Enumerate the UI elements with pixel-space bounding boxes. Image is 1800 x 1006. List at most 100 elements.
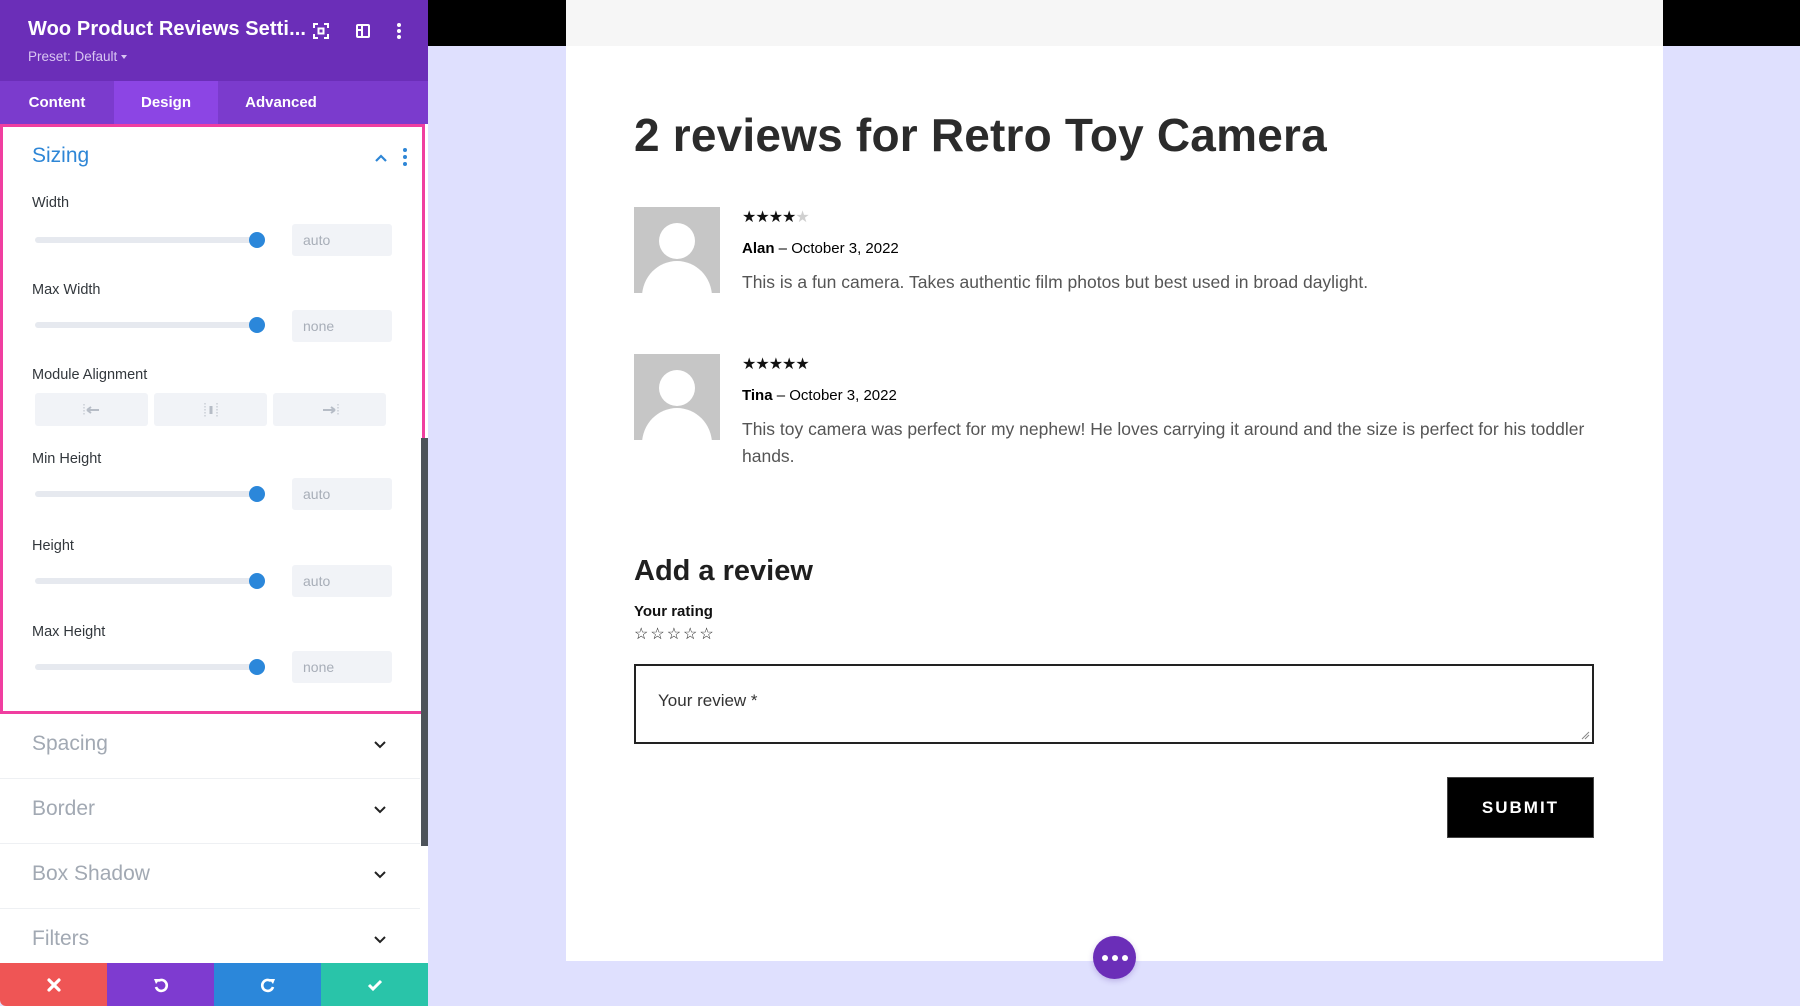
expand-icon[interactable] — [310, 20, 332, 42]
chevron-up-icon[interactable] — [374, 151, 388, 165]
chevron-down-icon — [374, 936, 386, 944]
star-filled-icon: ★ — [755, 209, 769, 226]
slider-handle[interactable] — [249, 659, 265, 675]
divi-builder-screen: Woo Product Reviews Setti... Preset: Def… — [0, 0, 1800, 1006]
slider-handle[interactable] — [249, 486, 265, 502]
review-meta: Tina – October 3, 2022 — [742, 387, 897, 404]
review-item: ★★★★★ Alan – October 3, 2022 This is a f… — [634, 207, 1594, 297]
module-alignment-label: Module Alignment — [32, 367, 148, 383]
panel-action-bar — [0, 963, 428, 1006]
rating-star-3[interactable]: ☆ — [667, 626, 683, 643]
box-shadow-section-title: Box Shadow — [32, 862, 150, 885]
star-rating: ★★★★★ — [742, 354, 810, 374]
height-input[interactable]: auto — [292, 565, 392, 597]
review-item: ★★★★★ Tina – October 3, 2022 This toy ca… — [634, 354, 1594, 474]
user-placeholder-icon — [642, 370, 712, 440]
more-options-icon[interactable] — [388, 20, 410, 42]
min-height-input[interactable]: auto — [292, 478, 392, 510]
review-text: This is a fun camera. Takes authentic fi… — [742, 272, 1369, 292]
align-right-button[interactable] — [273, 393, 386, 426]
resize-grip-icon[interactable] — [1580, 730, 1590, 740]
preview-top-strip — [566, 0, 1663, 46]
redo-button[interactable] — [214, 963, 321, 1006]
tab-advanced[interactable]: Advanced — [218, 81, 344, 124]
review-meta: Alan – October 3, 2022 — [742, 240, 899, 257]
sizing-section: Sizing Width auto Max Width none Module … — [0, 124, 425, 714]
settings-tabs: Content Design Advanced — [0, 81, 428, 124]
max-height-slider[interactable] — [35, 659, 265, 675]
review-placeholder: Your review * — [658, 691, 758, 710]
slider-handle[interactable] — [249, 317, 265, 333]
align-center-button[interactable] — [154, 393, 267, 426]
width-input[interactable]: auto — [292, 224, 392, 256]
star-filled-icon: ★ — [755, 356, 769, 373]
width-slider[interactable] — [35, 232, 265, 248]
star-filled-icon: ★ — [782, 209, 796, 226]
avatar — [634, 207, 720, 293]
star-filled-icon: ★ — [782, 356, 796, 373]
sizing-section-title[interactable]: Sizing — [32, 144, 89, 168]
your-rating-label: Your rating — [634, 603, 713, 620]
height-label: Height — [32, 538, 74, 554]
max-height-input[interactable]: none — [292, 651, 392, 683]
box-shadow-section[interactable]: Box Shadow — [0, 844, 420, 909]
dot-icon — [1101, 954, 1108, 961]
rating-star-1[interactable]: ☆ — [634, 626, 650, 643]
border-section[interactable]: Border — [0, 779, 420, 844]
slider-handle[interactable] — [249, 573, 265, 589]
rating-star-4[interactable]: ☆ — [683, 626, 699, 643]
rating-star-5[interactable]: ☆ — [699, 626, 715, 643]
width-label: Width — [32, 195, 70, 211]
rating-star-input[interactable]: ☆☆☆☆☆ — [634, 624, 716, 644]
section-options-icon[interactable] — [402, 147, 408, 167]
align-left-button[interactable] — [35, 393, 148, 426]
tab-content[interactable]: Content — [0, 81, 114, 124]
discard-button[interactable] — [0, 963, 107, 1006]
save-button[interactable] — [321, 963, 428, 1006]
chevron-down-icon — [374, 741, 386, 749]
submit-button[interactable]: SUBMIT — [1447, 777, 1594, 838]
border-section-title: Border — [32, 797, 96, 820]
star-filled-icon: ★ — [742, 356, 756, 373]
height-slider[interactable] — [35, 573, 265, 589]
avatar — [634, 354, 720, 440]
align-right-icon — [322, 403, 338, 416]
builder-more-button[interactable] — [1093, 936, 1136, 979]
chevron-down-icon — [374, 871, 386, 879]
undo-button[interactable] — [107, 963, 214, 1006]
max-height-label: Max Height — [32, 624, 106, 640]
max-width-slider[interactable] — [35, 317, 265, 333]
chevron-down-icon — [374, 806, 386, 814]
check-icon — [367, 979, 382, 991]
review-author: Alan — [742, 240, 775, 257]
user-placeholder-icon — [642, 223, 712, 293]
star-filled-icon: ★ — [742, 209, 756, 226]
split-view-icon[interactable] — [352, 20, 374, 42]
spacing-section[interactable]: Spacing — [0, 714, 420, 779]
reviews-heading: 2 reviews for Retro Toy Camera — [634, 109, 1327, 161]
preset-label: Preset: Default — [28, 49, 118, 64]
close-icon — [46, 977, 61, 992]
min-height-slider[interactable] — [35, 486, 265, 502]
min-height-label: Min Height — [32, 451, 102, 467]
star-rating: ★★★★★ — [742, 207, 810, 227]
filters-section-title: Filters — [32, 927, 90, 950]
max-width-label: Max Width — [32, 282, 101, 298]
panel-scrollbar[interactable] — [421, 438, 428, 846]
tab-design[interactable]: Design — [114, 81, 218, 124]
star-filled-icon: ★ — [768, 356, 783, 373]
star-filled-icon: ★ — [795, 356, 809, 373]
max-width-input[interactable]: none — [292, 310, 392, 342]
dot-icon — [1111, 954, 1118, 961]
align-left-icon — [83, 403, 99, 416]
slider-handle[interactable] — [249, 232, 265, 248]
rating-star-2[interactable]: ☆ — [650, 626, 666, 643]
review-text: This toy camera was perfect for my nephe… — [742, 419, 1585, 466]
panel-title: Woo Product Reviews Setti... — [28, 18, 307, 40]
review-separator: – — [772, 387, 790, 404]
align-center-icon — [204, 402, 217, 417]
module-settings-panel: Woo Product Reviews Setti... Preset: Def… — [0, 0, 428, 1006]
review-separator: – — [774, 240, 792, 257]
review-textarea[interactable]: Your review * — [634, 664, 1594, 744]
preset-dropdown[interactable]: Preset: Default — [28, 49, 128, 64]
